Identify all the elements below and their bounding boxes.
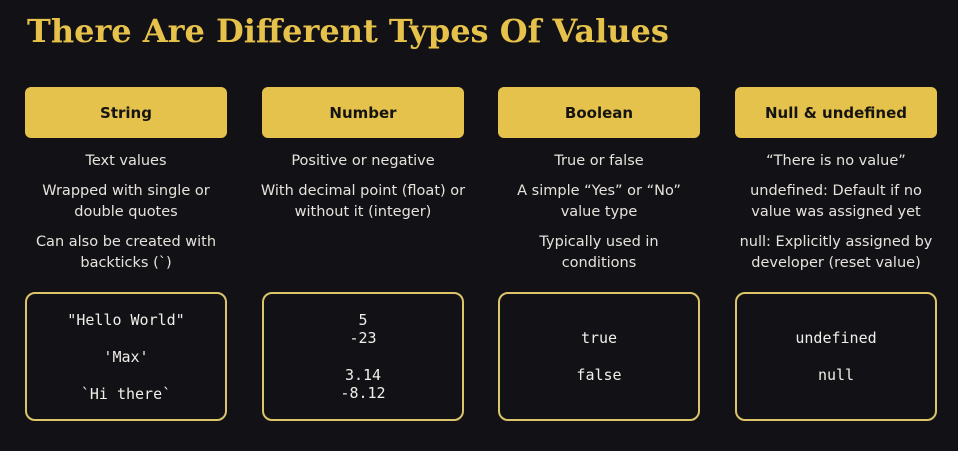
code-line: `Hi there` xyxy=(80,384,172,403)
description-line: Can also be created with backticks (`) xyxy=(35,234,217,271)
type-description-null-undefined: “There is no value” undefined: Default i… xyxy=(721,151,951,283)
type-column-null-undefined: Null & undefined “There is no value” und… xyxy=(735,87,937,421)
type-header-null-undefined: Null & undefined xyxy=(735,87,937,138)
code-example-string: "Hello World" 'Max' `Hi there` xyxy=(25,292,227,421)
description-line: With decimal point (float) or without it… xyxy=(260,183,466,220)
type-column-boolean: Boolean True or false A simple “Yes” or … xyxy=(498,87,700,421)
description-line: null: Explicitly assigned by developer (… xyxy=(739,234,933,271)
description-line: undefined: Default if no value was assig… xyxy=(750,183,922,220)
description-line: A simple “Yes” or “No” value type xyxy=(517,183,681,220)
code-line: false xyxy=(576,366,622,384)
type-description-boolean: True or false A simple “Yes” or “No” val… xyxy=(484,151,714,283)
slide-title: There Are Different Types Of Values xyxy=(27,12,669,50)
code-line: undefined xyxy=(795,329,877,347)
description-line: True or false xyxy=(554,153,644,169)
code-line: -23 xyxy=(349,329,377,347)
type-header-string: String xyxy=(25,87,227,138)
type-header-number: Number xyxy=(262,87,464,138)
code-line: -8.12 xyxy=(340,384,386,402)
type-description-string: Text values Wrapped with single or doubl… xyxy=(11,151,241,283)
type-description-number: Positive or negative With decimal point … xyxy=(248,151,478,232)
description-line: “There is no value” xyxy=(766,153,906,169)
type-header-boolean: Boolean xyxy=(498,87,700,138)
code-line: 3.14 xyxy=(344,366,382,384)
code-line: 'Max' xyxy=(103,347,149,366)
code-line: "Hello World" xyxy=(67,310,185,329)
type-column-number: Number Positive or negative With decimal… xyxy=(261,87,465,421)
code-example-boolean: true false xyxy=(498,292,700,421)
code-line: 5 xyxy=(358,311,368,329)
description-line: Wrapped with single or double quotes xyxy=(42,183,210,220)
code-line: true xyxy=(580,329,618,347)
code-example-null-undefined: undefined null xyxy=(735,292,937,421)
code-example-number: 5 -23 3.14 -8.12 xyxy=(262,292,464,421)
type-column-string: String Text values Wrapped with single o… xyxy=(25,87,227,421)
code-line: null xyxy=(817,366,855,384)
description-line: Text values xyxy=(85,153,167,169)
description-line: Positive or negative xyxy=(291,153,435,169)
description-line: Typically used in conditions xyxy=(539,234,659,271)
